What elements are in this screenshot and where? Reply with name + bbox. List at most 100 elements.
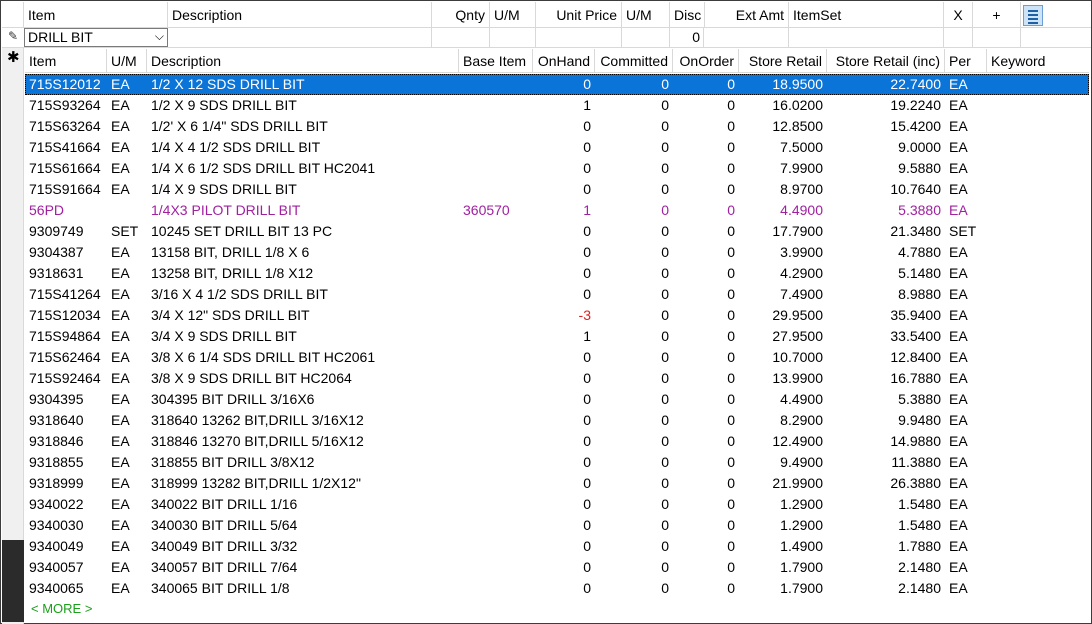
new-row-asterisk-icon: ✱ [7, 49, 20, 66]
header-ext-amt[interactable]: Ext Amt [705, 2, 789, 28]
ext-amt-field[interactable] [705, 28, 789, 47]
um-field[interactable] [490, 28, 536, 47]
hamburger-menu-icon[interactable] [1023, 5, 1043, 26]
cell-item: 9340057 [29, 559, 84, 575]
unit-price-field[interactable] [536, 28, 622, 47]
cell-onorder: 0 [727, 223, 735, 239]
cell-keyword [987, 368, 1089, 389]
chevron-down-icon[interactable]: ⌵ [155, 28, 164, 45]
table-row[interactable]: 9318631 EA 13258 BIT, DRILL 1/8 X12 0 0 0 4.29… [25, 263, 1089, 284]
header-qnty[interactable]: Qnty [432, 2, 490, 28]
col-store-retail-inc[interactable]: Store Retail (inc) [827, 49, 945, 73]
table-row[interactable]: 9309749 SET 10245 SET DRILL BIT 13 PC 0 0 0 17… [25, 221, 1089, 242]
col-store-retail[interactable]: Store Retail [739, 49, 827, 73]
table-row[interactable]: 715S12012 EA 1/2 X 12 SDS DRILL BIT 0 0 0 18.9… [25, 74, 1089, 95]
cell-um: EA [111, 349, 130, 365]
cell-onorder: 0 [727, 580, 735, 596]
cell-item: 9340030 [29, 517, 84, 533]
table-row[interactable]: 9318855 EA 318855 BIT DRILL 3/8X12 0 0 0 9.490… [25, 452, 1089, 473]
col-um[interactable]: U/M [107, 49, 147, 73]
cell-um: EA [111, 496, 130, 512]
cell-onhand: 0 [583, 391, 591, 407]
cell-description: 304395 BIT DRILL 3/16X6 [151, 391, 315, 407]
cell-per: EA [949, 181, 968, 197]
cell-description: 13258 BIT, DRILL 1/8 X12 [151, 265, 314, 281]
cell-store-retail-inc: 1.5480 [898, 517, 941, 533]
row-gutter: ✱ [2, 48, 24, 624]
col-base-item[interactable]: Base Item [459, 49, 533, 73]
cell-onhand: 0 [583, 265, 591, 281]
cell-store-retail-inc: 1.5480 [898, 496, 941, 512]
table-row[interactable]: 715S93264 EA 1/2 X 9 SDS DRILL BIT 1 0 0 16.02… [25, 95, 1089, 116]
itemset-field[interactable] [789, 28, 944, 47]
table-row[interactable]: 715S91664 EA 1/4 X 9 SDS DRILL BIT 0 0 0 8.970… [25, 179, 1089, 200]
cell-um: EA [111, 307, 130, 323]
table-row[interactable]: 9340057 EA 340057 BIT DRILL 7/64 0 0 0 1.7900 2… [25, 557, 1089, 578]
table-row[interactable]: 9340022 EA 340022 BIT DRILL 1/16 0 0 0 1.2900 1… [25, 494, 1089, 515]
table-row[interactable]: 9340049 EA 340049 BIT DRILL 3/32 0 0 0 1.4900 1… [25, 536, 1089, 557]
header-item[interactable]: Item [24, 2, 168, 28]
close-button[interactable]: X [944, 2, 973, 28]
table-row[interactable]: 9318846 EA 318846 13270 BIT,DRILL 5/16X12 0… [25, 431, 1089, 452]
cell-um: EA [111, 244, 130, 260]
add-cell [973, 28, 1021, 47]
cell-onhand: 0 [583, 496, 591, 512]
cell-um: EA [111, 160, 130, 176]
cell-base-item [459, 494, 533, 515]
um-field-2[interactable] [622, 28, 670, 47]
cell-store-retail-inc: 19.2240 [890, 97, 941, 113]
header-um-2[interactable]: U/M [622, 2, 670, 28]
cell-store-retail-inc: 21.3480 [890, 223, 941, 239]
table-row[interactable]: 9318640 EA 318640 13262 BIT,DRILL 3/16X12 0… [25, 410, 1089, 431]
table-row[interactable]: 715S62464 EA 3/8 X 6 1/4 SDS DRILL BIT HC2… [25, 347, 1089, 368]
cell-onhand: 0 [583, 286, 591, 302]
cell-store-retail: 10.7000 [772, 349, 823, 365]
table-row[interactable]: 715S63264 EA 1/2' X 6 1/4" SDS DRILL BIT 0 0… [25, 116, 1089, 137]
grid-header: Item U/M Description Base Item OnHand Co… [25, 49, 1089, 73]
table-row[interactable]: 715S41664 EA 1/4 X 4 1/2 SDS DRILL BIT 0 0 0 7… [25, 137, 1089, 158]
cell-base-item [459, 452, 533, 473]
cell-onorder: 0 [727, 517, 735, 533]
table-row[interactable]: 715S61664 EA 1/4 X 6 1/2 SDS DRILL BIT HC2… [25, 158, 1089, 179]
table-row[interactable]: 715S12034 EA 3/4 X 12" SDS DRILL BIT -3 0 0 29… [25, 305, 1089, 326]
item-lookup-grid[interactable]: Item U/M Description Base Item OnHand Co… [25, 49, 1089, 619]
more-link[interactable]: < MORE > [31, 601, 92, 616]
header-um[interactable]: U/M [490, 2, 536, 28]
header-itemset[interactable]: ItemSet [789, 2, 944, 28]
header-disc[interactable]: Disc [670, 2, 705, 28]
header-unit-price[interactable]: Unit Price [536, 2, 622, 28]
cell-onorder: 0 [727, 475, 735, 491]
table-row[interactable]: 9340030 EA 340030 BIT DRILL 5/64 0 0 0 1.2900 1… [25, 515, 1089, 536]
header-description[interactable]: Description [168, 2, 432, 28]
col-keyword[interactable]: Keyword [987, 49, 1089, 73]
col-onhand[interactable]: OnHand [533, 49, 595, 73]
description-field[interactable] [168, 28, 432, 47]
col-description[interactable]: Description [147, 49, 459, 73]
table-row[interactable]: 9304387 EA 13158 BIT, DRILL 1/8 X 6 0 0 0 3.99… [25, 242, 1089, 263]
add-button[interactable]: + [973, 2, 1021, 28]
table-row[interactable]: 9318999 EA 318999 13282 BIT,DRILL 1/2X12" 0… [25, 473, 1089, 494]
col-committed[interactable]: Committed [595, 49, 673, 73]
qnty-field[interactable] [432, 28, 490, 47]
cell-onorder: 0 [727, 118, 735, 134]
cell-onorder: 0 [727, 433, 735, 449]
cell-onhand: 0 [583, 118, 591, 134]
cell-onorder: 0 [727, 139, 735, 155]
col-per[interactable]: Per [945, 49, 987, 73]
col-item[interactable]: Item [25, 49, 107, 73]
table-row[interactable]: 715S94864 EA 3/4 X 9 SDS DRILL BIT 1 0 0 27.95… [25, 326, 1089, 347]
table-row[interactable]: 715S92464 EA 3/8 X 9 SDS DRILL BIT HC2064 0… [25, 368, 1089, 389]
table-row[interactable]: 56PD 1/4X3 PILOT DRILL BIT 360570 1 0 0 4.4900… [25, 200, 1089, 221]
disc-field[interactable]: 0 [670, 28, 704, 47]
cell-onhand: 0 [583, 454, 591, 470]
cell-onorder: 0 [727, 244, 735, 260]
cell-onorder: 0 [727, 286, 735, 302]
table-row[interactable]: 715S41264 EA 3/16 X 4 1/2 SDS DRILL BIT 0 0 0… [25, 284, 1089, 305]
item-combobox[interactable]: DRILL BIT ⌵ [24, 28, 168, 47]
cell-committed: 0 [661, 265, 669, 281]
table-row[interactable]: 9304395 EA 304395 BIT DRILL 3/16X6 0 0 0 4.490… [25, 389, 1089, 410]
col-onorder[interactable]: OnOrder [673, 49, 739, 73]
cell-store-retail: 7.4900 [780, 286, 823, 302]
cell-store-retail: 13.9900 [772, 370, 823, 386]
table-row[interactable]: 9340065 EA 340065 BIT DRILL 1/8 0 0 0 1.7900 2.… [25, 578, 1089, 599]
